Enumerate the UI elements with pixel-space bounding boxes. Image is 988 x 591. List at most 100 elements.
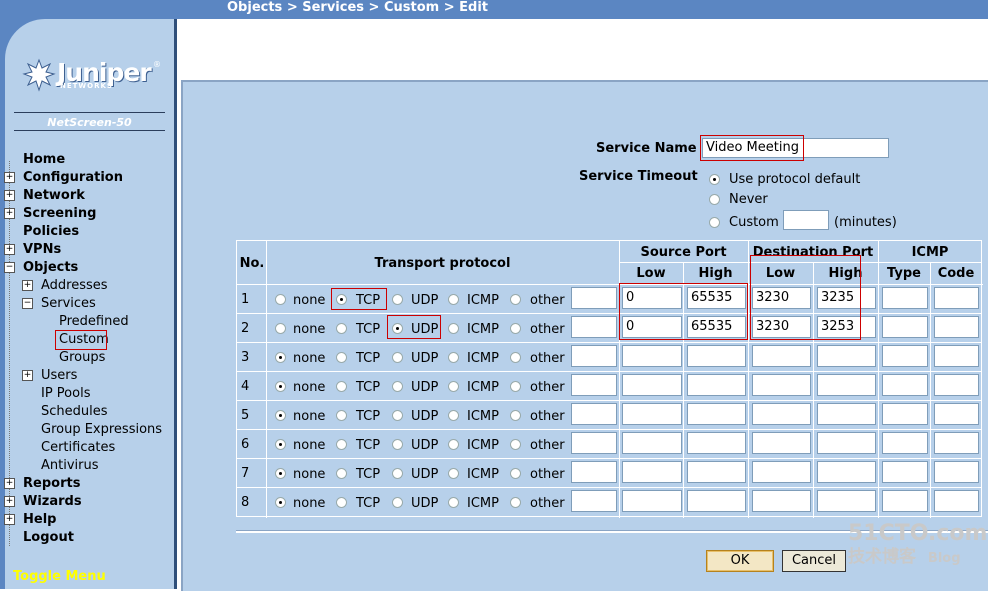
protocol-other-radio[interactable] — [510, 497, 521, 508]
protocol-tcp-radio[interactable] — [336, 323, 347, 334]
collapse-icon[interactable]: − — [4, 262, 15, 273]
protocol-tcp-radio[interactable] — [336, 410, 347, 421]
src-low-input[interactable] — [622, 461, 682, 483]
expand-icon[interactable]: + — [4, 244, 15, 255]
protocol-none-radio[interactable] — [275, 352, 286, 363]
dst-low-input[interactable] — [752, 345, 811, 367]
timeout-never-radio[interactable] — [709, 194, 720, 205]
src-low-input[interactable] — [622, 345, 682, 367]
type-input[interactable] — [882, 316, 928, 338]
protocol-none-radio[interactable] — [275, 497, 286, 508]
src-low-input[interactable] — [622, 403, 682, 425]
src-high-input[interactable] — [687, 432, 746, 454]
dst-high-input[interactable] — [817, 461, 876, 483]
type-input[interactable] — [882, 490, 928, 512]
dst-high-input[interactable] — [817, 490, 876, 512]
protocol-none-radio[interactable] — [275, 323, 286, 334]
nav-schedules[interactable]: Schedules — [41, 404, 108, 420]
other-input[interactable] — [571, 374, 617, 396]
nav-logout[interactable]: Logout — [23, 530, 74, 546]
protocol-tcp-radio[interactable] — [336, 468, 347, 479]
other-input[interactable] — [571, 316, 617, 338]
timeout-default-radio[interactable] — [709, 174, 720, 185]
src-low-input[interactable] — [622, 490, 682, 512]
protocol-tcp-radio[interactable] — [336, 381, 347, 392]
protocol-icmp-radio[interactable] — [448, 381, 459, 392]
dst-low-input[interactable] — [752, 461, 811, 483]
expand-icon[interactable]: + — [4, 478, 15, 489]
src-high-input[interactable] — [687, 461, 746, 483]
code-input[interactable] — [934, 345, 979, 367]
type-input[interactable] — [882, 345, 928, 367]
toggle-menu-link[interactable]: Toggle Menu — [13, 569, 106, 584]
nav-group-expressions[interactable]: Group Expressions — [41, 422, 162, 438]
cancel-button[interactable]: Cancel — [782, 550, 846, 572]
nav-users[interactable]: Users — [41, 368, 77, 384]
src-high-input[interactable] — [687, 403, 746, 425]
ok-button[interactable]: OK — [706, 550, 774, 572]
timeout-custom-radio[interactable] — [709, 217, 720, 228]
other-input[interactable] — [571, 403, 617, 425]
code-input[interactable] — [934, 403, 979, 425]
type-input[interactable] — [882, 287, 928, 309]
dst-low-input[interactable] — [752, 490, 811, 512]
protocol-udp-radio[interactable] — [392, 439, 403, 450]
protocol-icmp-radio[interactable] — [448, 468, 459, 479]
nav-network[interactable]: Network — [23, 188, 85, 204]
expand-icon[interactable]: + — [4, 514, 15, 525]
protocol-none-radio[interactable] — [275, 294, 286, 305]
protocol-icmp-radio[interactable] — [448, 294, 459, 305]
protocol-other-radio[interactable] — [510, 352, 521, 363]
src-low-input[interactable] — [622, 374, 682, 396]
nav-predefined[interactable]: Predefined — [59, 314, 129, 330]
type-input[interactable] — [882, 374, 928, 396]
protocol-icmp-radio[interactable] — [448, 439, 459, 450]
code-input[interactable] — [934, 374, 979, 396]
other-input[interactable] — [571, 490, 617, 512]
protocol-udp-radio[interactable] — [392, 352, 403, 363]
nav-addresses[interactable]: Addresses — [41, 278, 108, 294]
nav-home[interactable]: Home — [23, 152, 65, 168]
other-input[interactable] — [571, 432, 617, 454]
protocol-udp-radio[interactable] — [392, 294, 403, 305]
protocol-none-radio[interactable] — [275, 381, 286, 392]
collapse-icon[interactable]: − — [22, 298, 33, 309]
expand-icon[interactable]: + — [4, 496, 15, 507]
code-input[interactable] — [934, 461, 979, 483]
protocol-udp-radio[interactable] — [392, 497, 403, 508]
protocol-none-radio[interactable] — [275, 468, 286, 479]
protocol-udp-radio[interactable] — [392, 381, 403, 392]
nav-wizards[interactable]: Wizards — [23, 494, 82, 510]
protocol-icmp-radio[interactable] — [448, 497, 459, 508]
other-input[interactable] — [571, 345, 617, 367]
expand-icon[interactable]: + — [4, 208, 15, 219]
protocol-other-radio[interactable] — [510, 410, 521, 421]
protocol-icmp-radio[interactable] — [448, 410, 459, 421]
dst-low-input[interactable] — [752, 432, 811, 454]
protocol-tcp-radio[interactable] — [336, 352, 347, 363]
protocol-tcp-radio[interactable] — [336, 439, 347, 450]
nav-configuration[interactable]: Configuration — [23, 170, 123, 186]
protocol-icmp-radio[interactable] — [448, 323, 459, 334]
nav-groups[interactable]: Groups — [59, 350, 105, 366]
protocol-other-radio[interactable] — [510, 294, 521, 305]
expand-icon[interactable]: + — [4, 190, 15, 201]
src-high-input[interactable] — [687, 374, 746, 396]
nav-objects[interactable]: Objects — [23, 260, 78, 276]
protocol-udp-radio[interactable] — [392, 410, 403, 421]
protocol-none-radio[interactable] — [275, 439, 286, 450]
dst-high-input[interactable] — [817, 345, 876, 367]
nav-services[interactable]: Services — [41, 296, 96, 312]
protocol-other-radio[interactable] — [510, 381, 521, 392]
protocol-other-radio[interactable] — [510, 439, 521, 450]
type-input[interactable] — [882, 432, 928, 454]
src-high-input[interactable] — [687, 345, 746, 367]
nav-help[interactable]: Help — [23, 512, 56, 528]
type-input[interactable] — [882, 461, 928, 483]
nav-screening[interactable]: Screening — [23, 206, 96, 222]
protocol-other-radio[interactable] — [510, 468, 521, 479]
expand-icon[interactable]: + — [22, 370, 33, 381]
src-high-input[interactable] — [687, 490, 746, 512]
protocol-icmp-radio[interactable] — [448, 352, 459, 363]
nav-reports[interactable]: Reports — [23, 476, 80, 492]
